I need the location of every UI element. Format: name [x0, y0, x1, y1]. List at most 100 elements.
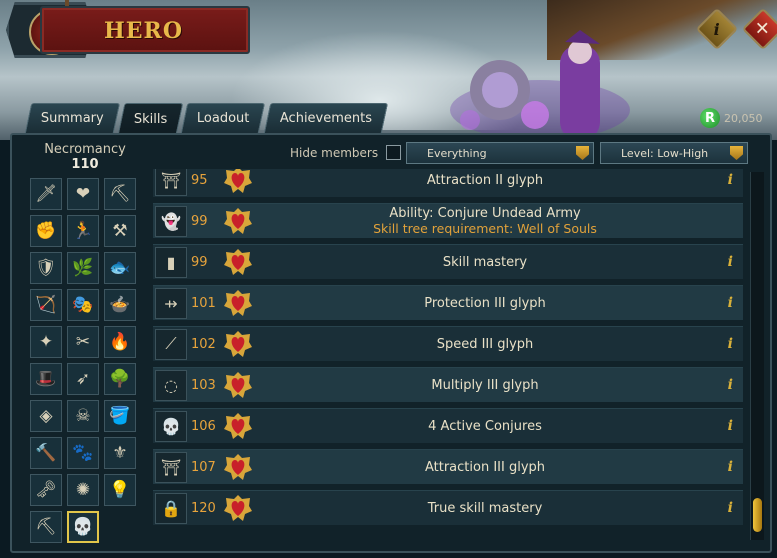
- unlock-level: 106: [191, 418, 216, 434]
- title-plate: HERO: [40, 6, 250, 54]
- scrollbar-thumb[interactable]: [753, 498, 762, 532]
- construction-hammer-icon[interactable]: 🔨: [30, 437, 62, 469]
- unlock-name: 4 Active Conjures: [428, 418, 542, 434]
- info-icon[interactable]: i: [728, 295, 733, 311]
- members-heart-icon: [224, 169, 252, 193]
- ranged-bow-icon[interactable]: 🏹: [30, 289, 62, 321]
- unlock-row[interactable]: ⇸ 101 Protection III glyph i: [153, 285, 743, 320]
- unlock-title: Speed III glyph: [263, 337, 707, 352]
- members-heart-icon: [224, 208, 252, 234]
- divination-orb-icon[interactable]: ✺: [67, 474, 99, 506]
- tab-loadout[interactable]: Loadout: [181, 103, 266, 133]
- woodcutting-tree-icon[interactable]: 🌳: [104, 363, 136, 395]
- unlock-row[interactable]: 🔒 120 True skill mastery i: [153, 490, 743, 525]
- unlock-row[interactable]: ⛩ 107 Attraction III glyph i: [153, 449, 743, 484]
- defence-shield-icon[interactable]: 🛡: [30, 252, 62, 284]
- unlock-title: 4 Active Conjures: [263, 419, 707, 434]
- info-icon[interactable]: i: [728, 254, 733, 270]
- runecrafting-rune-icon[interactable]: ◈: [30, 400, 62, 432]
- info-icon[interactable]: i: [728, 377, 733, 393]
- unlock-row[interactable]: ◌ 103 Multiply III glyph i: [153, 367, 743, 402]
- mining-pickaxe-icon[interactable]: ⛏: [104, 178, 136, 210]
- unlock-row[interactable]: ⟋ 102 Speed III glyph i: [153, 326, 743, 361]
- agility-runner-icon[interactable]: 🏃: [67, 215, 99, 247]
- members-heart-icon: [224, 495, 252, 521]
- unlock-level: 101: [191, 295, 216, 311]
- info-icon[interactable]: i: [728, 336, 733, 352]
- constitution-heart-icon[interactable]: ❤: [67, 178, 99, 210]
- crafting-chisel-icon[interactable]: ✂: [67, 326, 99, 358]
- conjure-army-icon: 👻: [155, 205, 187, 237]
- hide-members-checkbox[interactable]: [386, 145, 402, 160]
- unlock-title: Attraction III glyph: [263, 460, 707, 475]
- page-title: HERO: [104, 18, 184, 44]
- unlock-title: Ability: Conjure Undead Army Skill tree r…: [263, 206, 707, 236]
- fishing-fish-icon[interactable]: 🐟: [104, 252, 136, 284]
- glyph-icon: ⇸: [155, 287, 187, 319]
- glyph-icon: ⛩: [155, 169, 187, 196]
- unlock-name: Protection III glyph: [424, 295, 546, 311]
- info-icon[interactable]: i: [728, 459, 733, 475]
- unlock-title: Attraction II glyph: [263, 173, 707, 188]
- glyph-icon: ◌: [155, 369, 187, 401]
- archaeology-brush-icon[interactable]: ⛏: [30, 511, 62, 543]
- tab-skills[interactable]: Skills: [117, 103, 184, 135]
- sort-dropdown[interactable]: Level: Low-High: [600, 142, 748, 164]
- unlock-level: 103: [191, 377, 216, 393]
- slayer-skull-icon[interactable]: ☠: [67, 400, 99, 432]
- unlock-name: Ability: Conjure Undead Army: [389, 206, 581, 221]
- tab-summary[interactable]: Summary: [24, 103, 121, 133]
- glyph-icon: ⟋: [155, 328, 187, 360]
- info-icon[interactable]: i: [728, 418, 733, 434]
- info-icon[interactable]: i: [728, 500, 733, 516]
- magic-hat-icon[interactable]: 🎩: [30, 363, 62, 395]
- cooking-pot-icon[interactable]: 🍲: [104, 289, 136, 321]
- skill-grid: 🗡 ❤ ⛏ ✊ 🏃 ⚒ 🛡 🌿 🐟 🏹 🎭 🍲 ✦ ✂ 🔥 🎩 ➶ 🌳 ◈ ☠ 🪣 🔨 🐾 ⚜ 🗝 ✺ 💡 ⛏ 💀: [30, 178, 142, 543]
- unlock-row[interactable]: 💀 106 4 Active Conjures i: [153, 408, 743, 443]
- unlock-title: True skill mastery: [263, 501, 707, 516]
- unlock-list: ⛩ 95 Attraction II glyph i 👻 99 Ability: Conju…: [153, 169, 743, 541]
- invention-bulb-icon[interactable]: 💡: [104, 474, 136, 506]
- cape-icon: ▮: [155, 246, 187, 278]
- members-heart-icon: [224, 413, 252, 439]
- necromancy-skull-icon[interactable]: 💀: [67, 511, 99, 543]
- glyph-icon: ⛩: [155, 451, 187, 483]
- lock-icon: 🔒: [155, 492, 187, 524]
- unlock-level: 99: [191, 254, 208, 270]
- hunter-paw-icon[interactable]: 🐾: [67, 437, 99, 469]
- fletching-arrow-icon[interactable]: ➶: [67, 363, 99, 395]
- unlock-requirement: Skill tree requirement: Well of Souls: [373, 221, 597, 236]
- smithing-anvil-icon[interactable]: ⚒: [104, 215, 136, 247]
- tab-achievements[interactable]: Achievements: [263, 103, 389, 133]
- prayer-star-icon[interactable]: ✦: [30, 326, 62, 358]
- unlock-row[interactable]: ▮ 99 Skill mastery i: [153, 244, 743, 279]
- members-heart-icon: [224, 290, 252, 316]
- unlock-name: Attraction III glyph: [424, 459, 546, 475]
- strength-fist-icon[interactable]: ✊: [30, 215, 62, 247]
- unlock-row[interactable]: ⛩ 95 Attraction II glyph i: [153, 169, 743, 197]
- members-heart-icon: [224, 249, 252, 275]
- hide-members-toggle[interactable]: Hide members: [290, 145, 402, 160]
- dropdown-arrow-icon: [730, 146, 743, 160]
- unlock-row[interactable]: 👻 99 Ability: Conjure Undead Army Skill tre…: [153, 203, 743, 238]
- firemaking-fire-icon[interactable]: 🔥: [104, 326, 136, 358]
- runecoin-icon: R: [700, 108, 720, 128]
- members-heart-icon: [224, 331, 252, 357]
- members-heart-icon: [224, 372, 252, 398]
- necromancer-artwork: [450, 30, 630, 140]
- category-dropdown[interactable]: Everything: [406, 142, 594, 164]
- info-icon[interactable]: i: [728, 172, 733, 188]
- thieving-mask-icon[interactable]: 🎭: [67, 289, 99, 321]
- herblore-leaf-icon[interactable]: 🌿: [67, 252, 99, 284]
- close-icon: ✕: [755, 18, 771, 40]
- summoning-pouch-icon[interactable]: ⚜: [104, 437, 136, 469]
- unlock-level: 120: [191, 500, 216, 516]
- attack-sword-icon[interactable]: 🗡: [30, 178, 62, 210]
- selected-skill-name: Necromancy: [44, 142, 126, 157]
- unlock-level: 107: [191, 459, 216, 475]
- unlock-name: Attraction II glyph: [426, 172, 544, 188]
- farming-can-icon[interactable]: 🪣: [104, 400, 136, 432]
- dungeoneering-key-icon[interactable]: 🗝: [30, 474, 62, 506]
- list-scrollbar[interactable]: [750, 172, 764, 540]
- unlock-title: Skill mastery: [263, 255, 707, 270]
